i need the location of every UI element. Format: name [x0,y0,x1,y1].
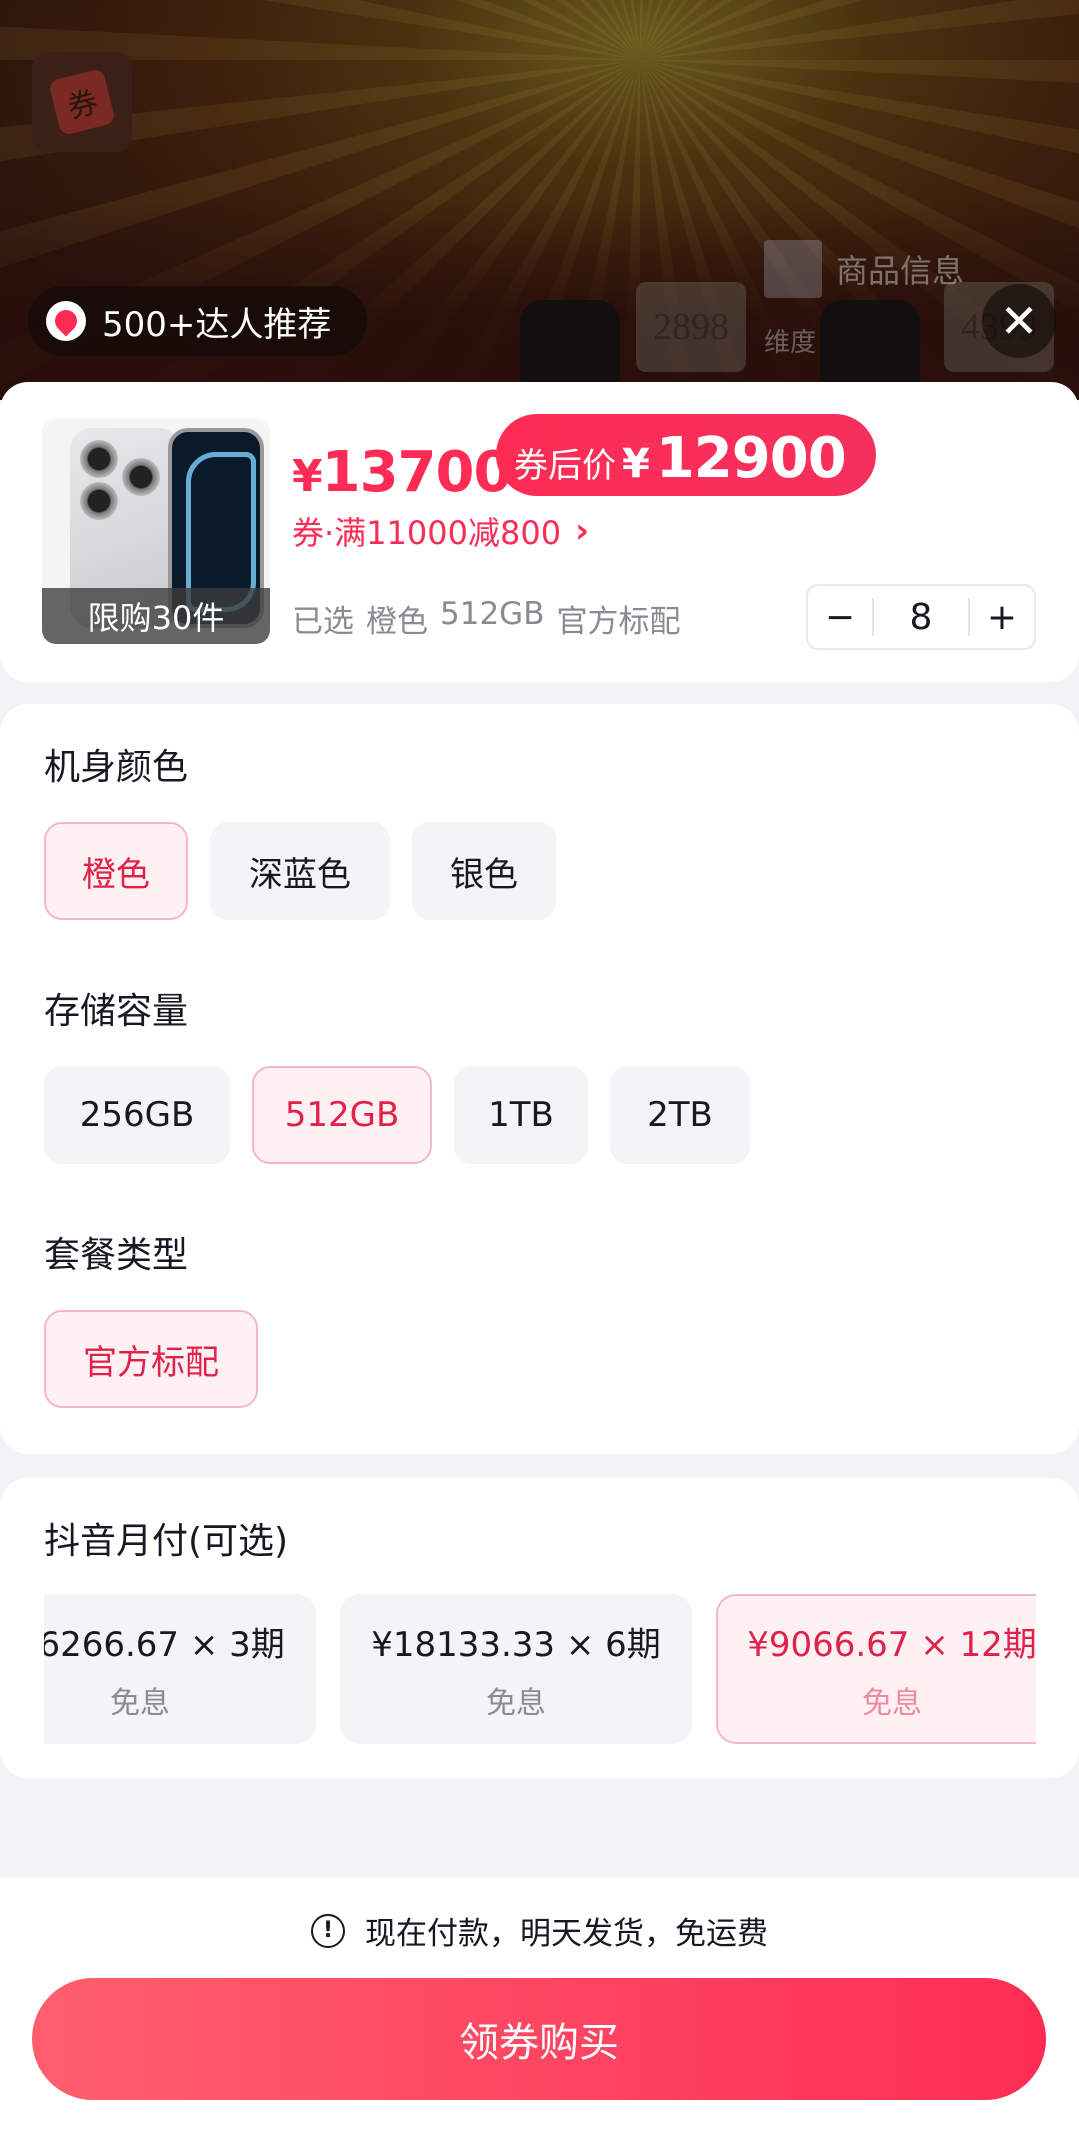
close-button[interactable]: ✕ [982,284,1056,358]
product-summary-card: 限购30件 ¥13700 券后价 ¥ 12900 券·满11000减800 › … [0,382,1079,682]
coupon-link[interactable]: 券·满11000减800 › [292,508,589,554]
storage-section-title: 存储容量 [44,991,189,1032]
bottom-action-bar: ! 现在付款，明天发货，免运费 领券购买 [0,1878,1079,2134]
color-option-deep-blue[interactable]: 深蓝色 [210,822,390,920]
selected-spec-summary: 已选 橙色 512GB 官方标配 [292,596,681,640]
installment-option-3[interactable]: ¥36266.67 × 3期 免息 [44,1594,316,1744]
storage-option-512gb[interactable]: 512GB [252,1066,432,1164]
payment-section-title: 抖音月付(可选) [44,1521,289,1562]
monthly-payment-card: 抖音月付(可选) ¥36266.67 × 3期 免息 ¥18133.33 × 6… [0,1478,1079,1778]
purchase-limit-badge: 限购30件 [42,588,270,644]
storage-options: 256GB 512GB 1TB 2TB [44,1066,750,1164]
color-option-silver[interactable]: 银色 [412,822,556,920]
minus-button[interactable]: − [808,597,872,638]
background-thumb [764,240,822,298]
color-section-title: 机身颜色 [44,747,189,788]
recommend-text: 500+达人推荐 [102,304,332,345]
coupon-corner-badge: 券 [32,52,132,152]
original-price: ¥13700 [292,440,512,505]
background-product-info: 商品信息 [764,240,964,298]
installment-scroller[interactable]: ¥36266.67 × 3期 免息 ¥18133.33 × 6期 免息 ¥906… [44,1594,1036,1744]
plus-button[interactable]: + [970,597,1034,638]
spec-selection-card: 机身颜色 橙色 深蓝色 银色 存储容量 256GB 512GB 1TB 2TB … [0,704,1079,1454]
color-option-orange[interactable]: 橙色 [44,822,188,920]
installment-option-12[interactable]: ¥9066.67 × 12期 免息 [716,1594,1036,1744]
color-options: 橙色 深蓝色 银色 [44,822,556,920]
coupon-glyph: 券 [48,68,116,136]
background-price-tag: 2898 [636,282,746,372]
storage-option-1tb[interactable]: 1TB [454,1066,588,1164]
after-coupon-price-pill: 券后价 ¥ 12900 [496,414,876,496]
background-dimension-label: 维度 [764,328,817,358]
claim-coupon-buy-button[interactable]: 领券购买 [32,1978,1046,2100]
storage-option-2tb[interactable]: 2TB [610,1066,750,1164]
package-options: 官方标配 [44,1310,258,1408]
installment-option-6[interactable]: ¥18133.33 × 6期 免息 [340,1594,692,1744]
coupon-text: 券·满11000减800 [292,514,562,552]
quantity-stepper: − 8 + [806,584,1036,650]
quantity-value[interactable]: 8 [874,597,968,638]
shipping-notice-text: 现在付款，明天发货，免运费 [365,1916,768,1952]
storage-option-256gb[interactable]: 256GB [44,1066,230,1164]
product-thumbnail[interactable]: 限购30件 [42,418,270,644]
influencer-recommend-pill[interactable]: 500+达人推荐 [28,286,368,356]
chevron-right-icon: › [575,511,590,551]
package-section-title: 套餐类型 [44,1235,189,1276]
shipping-notice: ! 现在付款，明天发货，免运费 [0,1908,1079,1953]
location-pin-icon [46,301,86,341]
package-option-official[interactable]: 官方标配 [44,1310,258,1408]
close-icon: ✕ [999,294,1039,348]
info-icon: ! [311,1913,345,1948]
